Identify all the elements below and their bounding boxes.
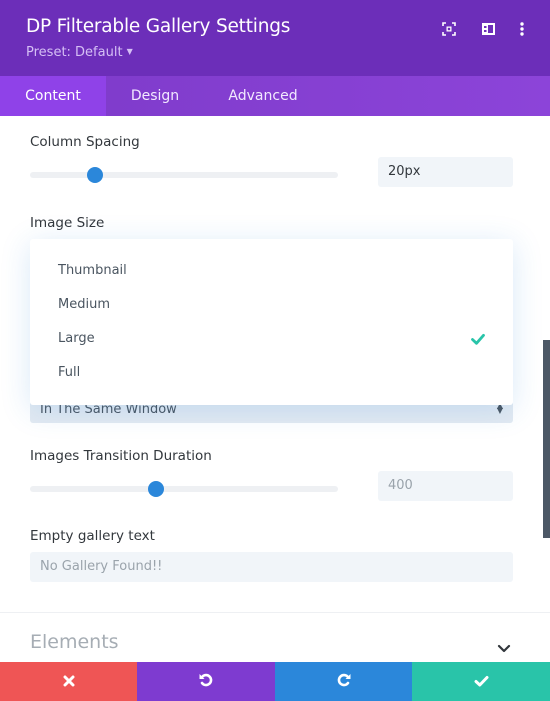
save-button[interactable] bbox=[412, 662, 550, 701]
option-label: Full bbox=[58, 365, 81, 380]
column-spacing-slider-handle[interactable] bbox=[86, 167, 103, 183]
more-options-button[interactable] bbox=[511, 18, 533, 40]
section-divider bbox=[0, 612, 550, 613]
section-toggle-elements[interactable]: Elements bbox=[30, 631, 119, 653]
column-spacing-input[interactable]: 20px bbox=[378, 157, 513, 187]
image-size-option-thumbnail[interactable]: Thumbnail bbox=[30, 254, 513, 288]
image-size-option-medium[interactable]: Medium bbox=[30, 288, 513, 322]
undo-icon bbox=[198, 672, 214, 692]
scrollbar[interactable] bbox=[543, 340, 550, 538]
more-options-icon bbox=[520, 22, 524, 36]
tab-advanced[interactable]: Advanced bbox=[204, 76, 322, 116]
chevron-down-icon[interactable] bbox=[497, 638, 511, 657]
caret-down-icon: ▼ bbox=[126, 47, 133, 56]
modal-title: DP Filterable Gallery Settings bbox=[26, 16, 291, 37]
redo-icon bbox=[336, 672, 352, 692]
transition-duration-label: Images Transition Duration bbox=[30, 448, 212, 464]
modal-footer bbox=[0, 662, 550, 701]
expand-button[interactable] bbox=[438, 18, 460, 40]
image-size-dropdown: Thumbnail Medium Large Full bbox=[30, 239, 513, 405]
redo-button[interactable] bbox=[275, 662, 412, 701]
option-label: Large bbox=[58, 331, 95, 346]
transition-duration-input[interactable]: 400 bbox=[378, 471, 513, 501]
image-size-option-full[interactable]: Full bbox=[30, 356, 513, 390]
preset-selector[interactable]: Preset: Default ▼ bbox=[26, 45, 133, 60]
settings-content: Column Spacing 20px Image Size In The Sa… bbox=[0, 116, 550, 662]
expand-icon bbox=[442, 22, 456, 36]
preset-label: Preset: Default bbox=[26, 45, 123, 60]
column-spacing-slider[interactable] bbox=[30, 167, 338, 183]
option-label: Medium bbox=[58, 297, 110, 312]
option-label: Thumbnail bbox=[58, 263, 127, 278]
close-icon bbox=[63, 672, 75, 691]
tab-design[interactable]: Design bbox=[106, 76, 204, 116]
empty-gallery-text-label: Empty gallery text bbox=[30, 528, 155, 544]
image-size-label: Image Size bbox=[30, 215, 105, 231]
discard-button[interactable] bbox=[0, 662, 137, 701]
transition-duration-slider[interactable] bbox=[30, 481, 338, 497]
undo-button[interactable] bbox=[137, 662, 275, 701]
transition-duration-slider-handle[interactable] bbox=[148, 481, 165, 497]
tab-content[interactable]: Content bbox=[0, 76, 106, 116]
split-view-icon bbox=[481, 23, 495, 35]
split-view-button[interactable] bbox=[477, 18, 499, 40]
image-size-option-large[interactable]: Large bbox=[30, 322, 513, 356]
check-icon bbox=[474, 672, 489, 691]
modal-header: DP Filterable Gallery Settings Preset: D… bbox=[0, 0, 550, 76]
settings-tabs: Content Design Advanced bbox=[0, 76, 550, 116]
empty-gallery-text-input[interactable]: No Gallery Found!! bbox=[30, 552, 513, 582]
column-spacing-label: Column Spacing bbox=[30, 134, 140, 150]
